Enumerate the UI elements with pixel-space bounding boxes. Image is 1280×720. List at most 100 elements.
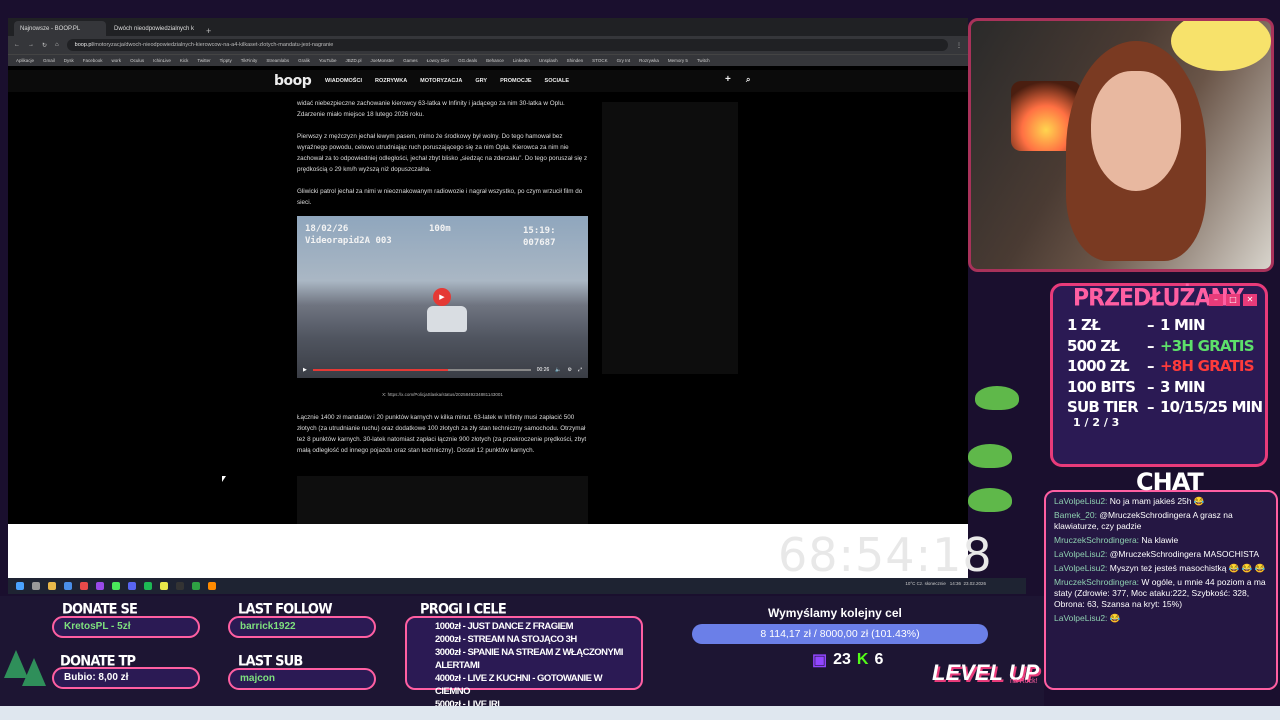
discord-icon[interactable] [128,582,136,590]
start-icon[interactable] [16,582,24,590]
volume-icon[interactable]: 🔈 [555,367,561,373]
forward-icon[interactable]: → [28,42,34,48]
bookmark-item[interactable]: TikFinity [241,58,258,63]
bookmark-item[interactable]: IchinLive [153,58,171,63]
url-path: /motoryzacja/dwoch-nieodpowiedzialnych-k… [92,42,334,48]
app-icon[interactable] [208,582,216,590]
rate-amount: 500 ZŁ [1067,336,1120,355]
chat-username: LaVolpeLisu2: [1054,563,1110,573]
bookmark-item[interactable]: Memory 5 [668,58,688,63]
chrome-icon[interactable] [160,582,168,590]
new-tab-button[interactable]: + [202,26,215,36]
tree-decoration [22,658,46,686]
bookmark-item[interactable]: Behance [486,58,504,63]
rate-value: 1 MIN [1160,316,1206,334]
search-icon[interactable]: ⌕ [746,75,750,85]
bookmark-item[interactable]: JoeMonster [371,58,395,63]
rate-value: +8H GRATIS [1160,357,1255,375]
subathon-rate-row: SUB TIER –10/15/25 MIN [1067,398,1263,416]
donate-se-value: KretosPL - 5zł [52,616,200,638]
bookmark-item[interactable]: Kick [180,58,189,63]
streamer-face [1091,71,1181,191]
reload-icon[interactable]: ↻ [42,42,47,49]
levelup-sub: na Rock! [1010,678,1038,685]
bookmark-item[interactable]: Shinden [567,58,584,63]
fullscreen-icon[interactable]: ⤢ [578,367,582,373]
bookmark-item[interactable]: Twitter [197,58,210,63]
bookmark-item[interactable]: Facebook [83,58,103,63]
plush-toy [1171,21,1271,71]
bookmark-item[interactable]: Rozrywka [639,58,659,63]
site-nav-link[interactable]: SOCIALE [545,78,569,84]
bookmark-item[interactable]: Łowcy Gier [427,58,450,63]
bookmark-item[interactable]: Gmail [43,58,55,63]
site-nav-link[interactable]: MOTORYZACJA [420,78,462,84]
bookmark-item[interactable]: Twitch [697,58,710,63]
home-icon[interactable]: ⌂ [55,42,59,48]
back-icon[interactable]: ← [14,42,20,48]
app-icon[interactable] [64,582,72,590]
bookmark-item[interactable]: Aplikacje [16,58,34,63]
article-paragraph: widać niebezpieczne zachowanie kierowcy … [297,100,565,118]
site-nav-link[interactable]: PROMOCJE [500,78,531,84]
search-icon[interactable] [32,582,40,590]
plus-icon[interactable]: + [725,74,731,85]
chat-text: Myszyn też jesteś masochistką 😂 😂 😂 [1109,563,1266,573]
pepe-sticker [968,444,1012,468]
bookmark-item[interactable]: JBZD.pl [346,58,362,63]
settings-icon[interactable]: ⚙ [568,367,572,373]
spotify-icon[interactable] [144,582,152,590]
bookmark-item[interactable]: Unsplash [539,58,558,63]
chat-text: @MruczekSchrodingera MASOCHISTA [1109,549,1260,559]
chat-username: LaVolpeLisu2: [1054,496,1110,506]
excel-icon[interactable] [192,582,200,590]
article-paragraph: Gliwicki patrol jechał za nimi w nieozna… [297,188,583,206]
play-button[interactable]: ▶ [433,288,451,306]
site-nav-link[interactable]: GRY [475,78,487,84]
rate-amount: SUB TIER [1067,398,1139,416]
chat-message: Bamek_20: @MruczekSchrodingera A grasz n… [1054,510,1268,532]
subathon-rate-row: 500 ZŁ – +3H GRATIS [1067,336,1255,355]
chat-panel: LaVolpeLisu2: No ja mam jakieś 25h 😂 Bame… [1044,490,1278,690]
site-nav-link[interactable]: ROZRYWKA [375,78,407,84]
video-player[interactable]: 18/02/26 100m 15:19: Videorapid2A 003 00… [297,216,588,378]
rate-amount: 100 BITS [1067,377,1136,396]
site-nav-link[interactable]: WIADOMOŚCI [325,78,362,84]
bookmark-item[interactable]: Oculus [130,58,144,63]
sub-tier-levels: 1 / 2 / 3 [1073,416,1120,429]
bookmark-item[interactable]: Games [403,58,418,63]
video-controls: ▶ 00:26 🔈 ⚙ ⤢ [297,362,588,378]
bookmark-item[interactable]: Dysk [64,58,74,63]
app-icon[interactable] [96,582,104,590]
bookmark-item[interactable]: work [112,58,122,63]
play-icon[interactable]: ▶ [303,367,307,373]
webcam-frame [968,18,1274,272]
bookmark-item[interactable]: STOCK [592,58,607,63]
mouse-cursor [222,476,226,482]
video-caption[interactable]: X: https://x.com/PolicjaSlaska/status/20… [297,392,588,397]
video-osd-id: Videorapid2A 003 [305,236,392,246]
app-icon[interactable] [112,582,120,590]
bookmark-item[interactable]: YouTube [319,58,337,63]
bookmark-item[interactable]: GG.deals [458,58,477,63]
video-osd-time: 15:19: [523,226,556,236]
subathon-rate-row: 1000 ZŁ – +8H GRATIS [1067,357,1255,375]
site-logo[interactable]: boop [274,73,312,89]
video-progress-bar[interactable] [312,369,531,371]
tab-article[interactable]: Dwóch nieodpowiedzialnych k [108,21,200,36]
obs-icon[interactable] [176,582,184,590]
url-input[interactable]: boop.pl/motoryzacja/dwoch-nieodpowiedzia… [66,39,948,51]
chat-username: MruczekSchrodingera: [1054,577,1142,587]
bookmark-item[interactable]: Gry Int [617,58,631,63]
bookmark-item[interactable]: Streamlabs [266,58,289,63]
bookmark-item[interactable]: LinkedIn [513,58,530,63]
bookmark-item[interactable]: Tippty [220,58,232,63]
extensions-icon[interactable]: ⋮ [956,42,962,49]
tab-najnowsze[interactable]: Najnowsze - BOOP.PL [14,21,106,36]
tab-label: Dwóch nieodpowiedzialnych k [114,25,195,32]
app-icon[interactable] [80,582,88,590]
site-nav-links: WIADOMOŚCI ROZRYWKA MOTORYZACJA GRY PROMOCJE… [325,78,569,84]
chat-username: MruczekSchrodingera: [1054,535,1142,545]
bookmark-item[interactable]: Gralik [298,58,310,63]
explorer-icon[interactable] [48,582,56,590]
